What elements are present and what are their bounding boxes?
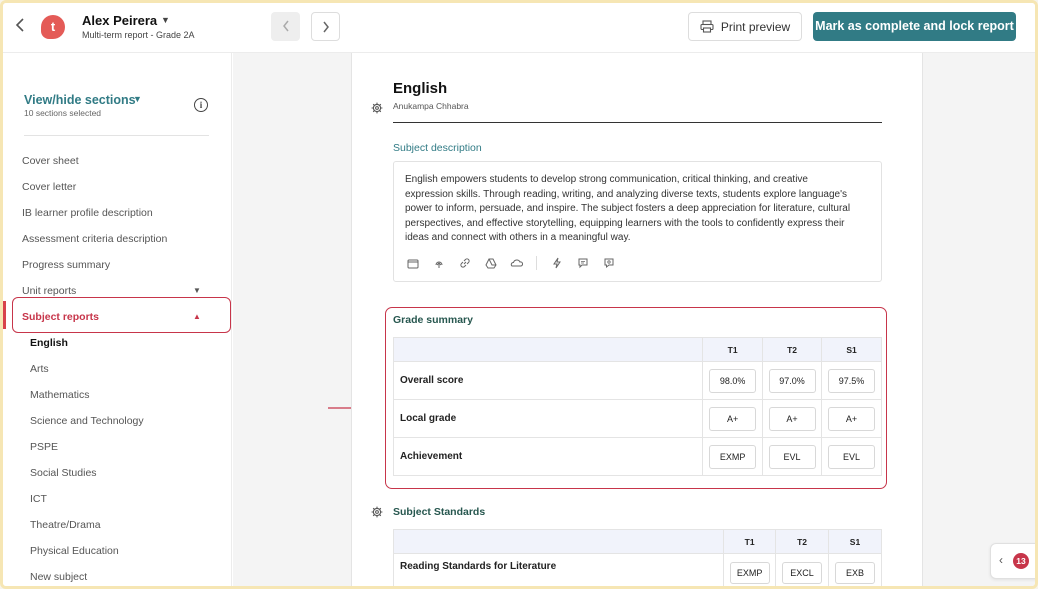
sections-selected-count: 10 sections selected (24, 108, 102, 118)
gear-icon[interactable] (371, 506, 383, 518)
folder-icon[interactable] (406, 257, 419, 270)
subject-item-arts[interactable]: Arts (30, 363, 49, 375)
score-cell[interactable]: 97.5% (828, 368, 876, 393)
caret-up-icon[interactable]: ▲ (193, 312, 201, 321)
print-preview-label: Print preview (720, 19, 791, 34)
chevron-right-icon (322, 21, 329, 33)
active-indicator (3, 301, 6, 329)
table-row: Overall score 98.0% 97.0% 97.5% (392, 361, 882, 400)
sidebar-item-cover-sheet[interactable]: Cover sheet (22, 155, 79, 167)
report-subtitle: Multi-term report - Grade 2A (82, 30, 195, 40)
standard-cell[interactable]: EXCL (782, 561, 823, 584)
lightning-icon[interactable] (550, 257, 563, 270)
grade-cell[interactable]: A+ (709, 406, 757, 431)
next-student-button[interactable] (311, 12, 340, 41)
comment-icon[interactable] (576, 257, 589, 270)
subject-description-editor[interactable]: English empowers students to develop str… (393, 161, 882, 282)
caret-down-icon[interactable]: ▼ (161, 15, 170, 25)
toolbar-divider (536, 256, 537, 270)
table-header-empty (392, 337, 704, 362)
chevron-left-icon (15, 18, 24, 32)
app-logo: t (41, 15, 65, 39)
column-header: T1 (723, 529, 777, 554)
table-row: Achievement EXMP EVL EVL (392, 437, 882, 476)
subject-description-heading: Subject description (393, 142, 482, 154)
subject-title: English (393, 80, 448, 97)
info-icon[interactable]: i (194, 98, 208, 112)
previous-student-button[interactable] (271, 12, 300, 41)
report-page: English Anukampa Chhabra Subject descrip… (351, 53, 923, 586)
achievement-cell[interactable]: EVL (768, 444, 816, 469)
table-row: Reading Standards for Literature EXMP EX… (392, 553, 882, 586)
column-header: S1 (828, 529, 882, 554)
printer-icon (700, 20, 714, 33)
row-label: Local grade (392, 399, 704, 438)
subject-item-science-technology[interactable]: Science and Technology (30, 415, 144, 427)
editor-toolbar (406, 255, 628, 271)
upload-icon[interactable] (432, 257, 445, 270)
back-button[interactable] (15, 17, 33, 37)
report-canvas: English Anukampa Chhabra Subject descrip… (233, 53, 1035, 586)
google-drive-icon[interactable] (484, 257, 497, 270)
subject-item-social-studies[interactable]: Social Studies (30, 467, 97, 479)
sidebar-item-assessment-criteria[interactable]: Assessment criteria description (22, 233, 167, 245)
print-preview-button[interactable]: Print preview (688, 12, 802, 41)
app-frame: t Alex Peirera ▼ Multi-term report - Gra… (0, 0, 1038, 589)
feedback-icon[interactable] (602, 257, 615, 270)
gear-icon[interactable] (371, 102, 383, 114)
sidebar-item-subject-reports-label: Subject reports (22, 311, 100, 323)
subject-item-pspe[interactable]: PSPE (30, 441, 58, 453)
sidebar-item-cover-letter[interactable]: Cover letter (22, 181, 76, 193)
onedrive-icon[interactable] (510, 257, 523, 270)
table-row: Local grade A+ A+ A+ (392, 399, 882, 438)
subject-item-ict[interactable]: ICT (30, 493, 47, 505)
sidebar-divider (24, 135, 209, 136)
row-label: Overall score (392, 361, 704, 400)
caret-down-icon[interactable]: ▼ (133, 94, 142, 104)
standard-cell[interactable]: EXMP (729, 561, 770, 584)
subject-item-new-subject[interactable]: New subject (30, 571, 87, 583)
notification-badge: 13 (1013, 553, 1029, 569)
subject-standards-title: Subject Standards (393, 506, 486, 518)
column-header: T2 (762, 337, 823, 362)
subject-item-mathematics[interactable]: Mathematics (30, 389, 90, 401)
subject-item-theatre-drama[interactable]: Theatre/Drama (30, 519, 101, 531)
table-header-row: T1 T2 S1 (392, 529, 882, 554)
subject-item-physical-education[interactable]: Physical Education (30, 545, 119, 557)
sidebar-item-progress-summary[interactable]: Progress summary (22, 259, 110, 271)
caret-down-icon[interactable]: ▼ (193, 286, 201, 295)
sidebar-item-learner-profile[interactable]: IB learner profile description (22, 207, 153, 219)
student-name[interactable]: Alex Peirera (82, 13, 157, 28)
row-label: Achievement (392, 437, 704, 476)
grade-cell[interactable]: A+ (768, 406, 816, 431)
table-header-row: T1 T2 S1 (392, 337, 882, 362)
score-cell[interactable]: 97.0% (768, 368, 816, 393)
grade-summary-title: Grade summary (393, 314, 473, 326)
table-header-empty (392, 529, 725, 554)
subject-item-english[interactable]: English (30, 337, 68, 349)
chevron-left-icon (282, 20, 289, 32)
row-label: Reading Standards for Literature (392, 553, 725, 586)
link-icon[interactable] (458, 257, 471, 270)
column-header: T2 (775, 529, 830, 554)
column-header: S1 (821, 337, 882, 362)
teacher-name: Anukampa Chhabra (393, 101, 469, 111)
top-header: t Alex Peirera ▼ Multi-term report - Gra… (3, 3, 1035, 53)
sidebar: View/hide sections ▼ 10 sections selecte… (3, 53, 232, 586)
subject-standards-table: T1 T2 S1 Reading Standards for Literatur… (392, 529, 882, 586)
standard-cell[interactable]: EXB (835, 561, 875, 584)
achievement-cell[interactable]: EXMP (709, 444, 757, 469)
sidebar-item-unit-reports[interactable]: Unit reports (22, 285, 76, 297)
grade-cell[interactable]: A+ (828, 406, 876, 431)
title-divider (393, 122, 882, 123)
comments-panel-toggle[interactable]: ‹ 13 (990, 543, 1035, 579)
subject-description-text[interactable]: English empowers students to develop str… (405, 173, 873, 246)
grade-summary-table: T1 T2 S1 Overall score 98.0% 97.0% 97.5%… (392, 337, 882, 476)
score-cell[interactable]: 98.0% (709, 368, 757, 393)
achievement-cell[interactable]: EVL (828, 444, 876, 469)
mark-complete-lock-button[interactable]: Mark as complete and lock report (813, 12, 1016, 41)
view-hide-sections-toggle[interactable]: View/hide sections (24, 93, 136, 107)
chevron-left-icon: ‹ (999, 553, 1003, 567)
column-header: T1 (702, 337, 764, 362)
